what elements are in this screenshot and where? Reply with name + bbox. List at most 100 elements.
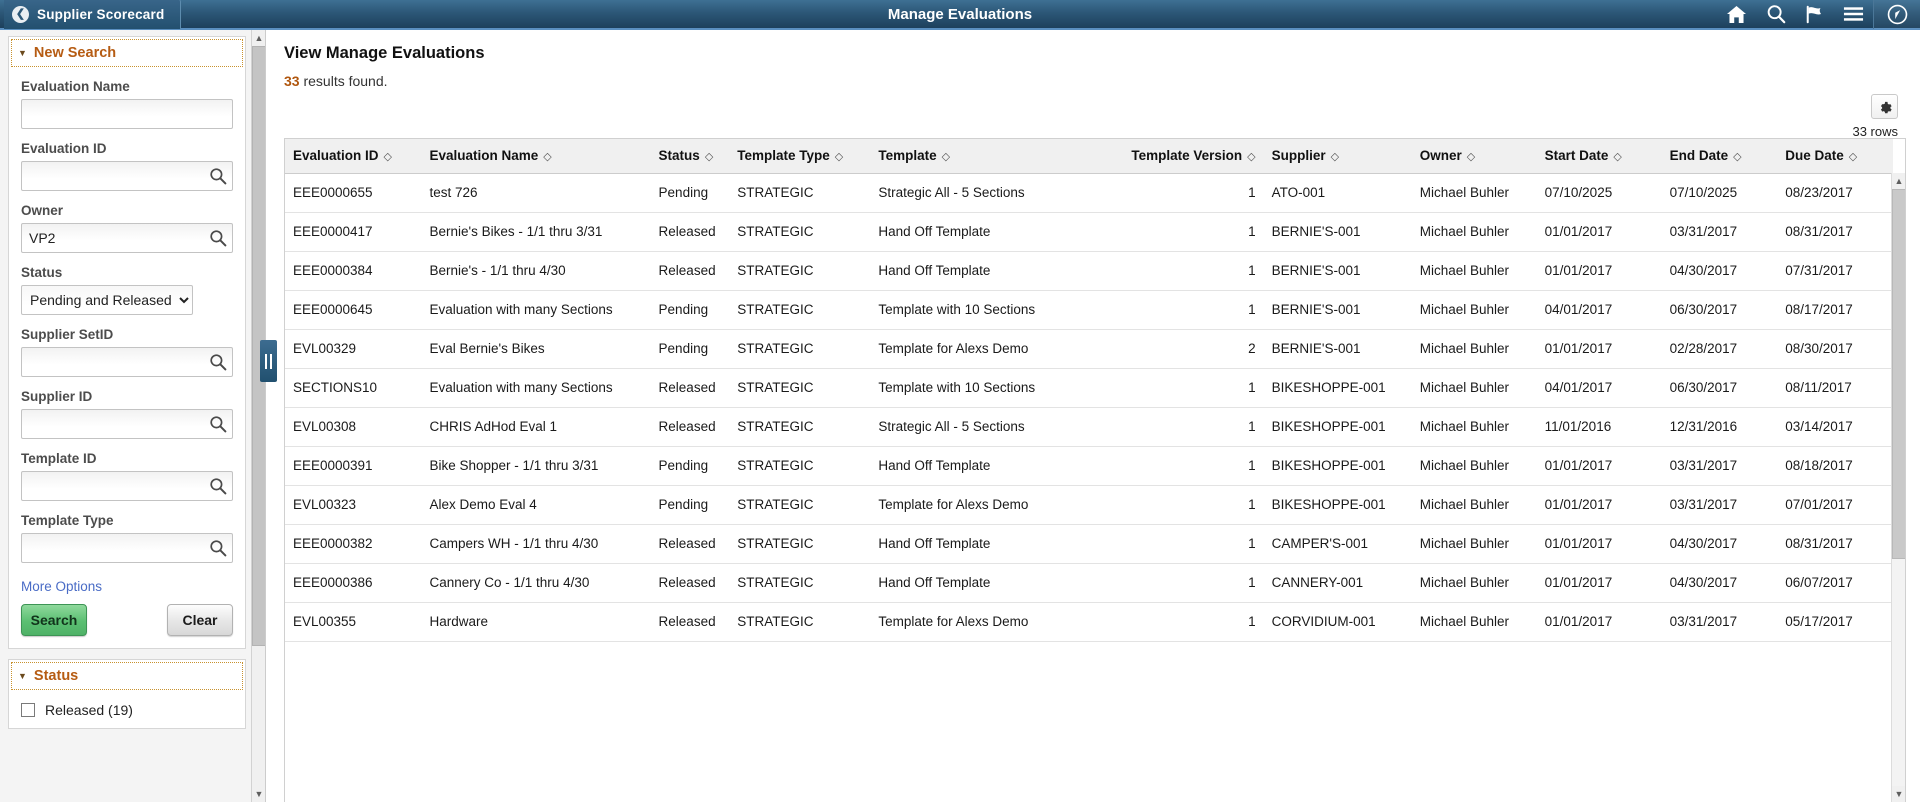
cell-evaluation-name: Campers WH - 1/1 thru 4/30: [421, 524, 651, 564]
table-row[interactable]: SECTIONS10 Evaluation with many Sections R…: [285, 368, 1893, 408]
cell-status: Pending: [650, 290, 730, 330]
clear-button[interactable]: Clear: [167, 604, 233, 636]
cell-status: Released: [650, 212, 730, 252]
back-button-label: Supplier Scorecard: [37, 6, 165, 22]
navbar-compass-icon[interactable]: [1873, 0, 1920, 29]
page-header-title: Manage Evaluations: [887, 5, 1033, 23]
col-label: Template Type: [737, 148, 830, 164]
col-end-date[interactable]: End Date ◇: [1661, 139, 1778, 174]
supplier-id-label: Supplier ID: [21, 389, 93, 404]
supplier-id-input[interactable]: [21, 409, 233, 439]
cell-evaluation-id: EVL00355: [285, 602, 422, 642]
scroll-down-icon[interactable]: ▼: [1892, 786, 1905, 802]
template-id-input[interactable]: [21, 471, 233, 501]
lookup-search-icon[interactable]: [209, 539, 227, 557]
col-evaluation-name[interactable]: Evaluation Name ◇: [421, 139, 651, 174]
table-row[interactable]: EVL00323 Alex Demo Eval 4 Pending STRATEGIC…: [285, 485, 1893, 525]
table-row[interactable]: EVL00329 Eval Bernie's Bikes Pending STRATE…: [285, 329, 1893, 369]
cell-due-date: 07/01/2017: [1777, 485, 1893, 525]
lookup-search-icon[interactable]: [209, 353, 227, 371]
table-row[interactable]: EEE0000384 Bernie's - 1/1 thru 4/30 Releas…: [285, 251, 1893, 291]
col-template[interactable]: Template ◇: [870, 139, 1102, 174]
cell-template-version: 1: [1101, 602, 1264, 642]
cell-evaluation-name: Alex Demo Eval 4: [421, 485, 651, 525]
col-template-version[interactable]: Template Version ◇: [1101, 139, 1264, 174]
status-select[interactable]: Pending and Released: [21, 285, 193, 315]
table-row[interactable]: EEE0000417 Bernie's Bikes - 1/1 thru 3/31…: [285, 212, 1893, 252]
cell-end-date: 03/31/2017: [1661, 446, 1778, 486]
search-icon[interactable]: [1756, 0, 1795, 29]
flag-icon[interactable]: [1795, 0, 1834, 29]
cell-template: Template for Alexs Demo: [870, 602, 1102, 642]
template-type-input[interactable]: [21, 533, 233, 563]
cell-due-date: 08/30/2017: [1777, 329, 1893, 369]
table-row[interactable]: EEE0000382 Campers WH - 1/1 thru 4/30 Rele…: [285, 524, 1893, 564]
cell-template: Strategic All - 5 Sections: [870, 173, 1102, 213]
cell-end-date: 03/31/2017: [1661, 602, 1778, 642]
owner-input[interactable]: [21, 223, 233, 253]
status-facet-header[interactable]: ▼ Status: [11, 662, 243, 690]
cell-end-date: 02/28/2017: [1661, 329, 1778, 369]
more-options-link[interactable]: More Options: [21, 579, 102, 594]
col-start-date[interactable]: Start Date ◇: [1536, 139, 1662, 174]
scroll-up-icon[interactable]: ▲: [1892, 173, 1905, 189]
supplier-setid-input[interactable]: [21, 347, 233, 377]
table-row[interactable]: EEE0000655 test 726 Pending STRATEGIC Strate…: [285, 173, 1893, 213]
col-evaluation-id[interactable]: Evaluation ID ◇: [285, 139, 422, 174]
scroll-down-icon[interactable]: ▼: [252, 786, 265, 802]
results-count: 33: [284, 73, 300, 89]
lookup-search-icon[interactable]: [209, 477, 227, 495]
cell-owner: Michael Buhler: [1411, 524, 1537, 564]
caret-down-icon: ▼: [18, 48, 27, 58]
sort-icon: ◇: [1466, 151, 1476, 164]
evaluation-name-input[interactable]: [21, 99, 233, 129]
table-row[interactable]: EEE0000645 Evaluation with many Sections P…: [285, 290, 1893, 330]
home-icon[interactable]: [1717, 0, 1756, 29]
col-template-type[interactable]: Template Type ◇: [729, 139, 871, 174]
table-row[interactable]: EEE0000386 Cannery Co - 1/1 thru 4/30 Rele…: [285, 563, 1893, 603]
cell-template-version: 1: [1101, 290, 1264, 330]
cell-evaluation-name: test 726: [421, 173, 651, 213]
new-search-panel-header[interactable]: ▼ New Search: [11, 39, 243, 67]
cell-status: Released: [650, 407, 730, 447]
lookup-search-icon[interactable]: [209, 167, 227, 185]
hamburger-menu-icon[interactable]: [1834, 0, 1873, 29]
table-row[interactable]: EVL00308 CHRIS AdHod Eval 1 Released STRATE…: [285, 407, 1893, 447]
cell-start-date: 04/01/2017: [1536, 290, 1662, 330]
col-supplier[interactable]: Supplier ◇: [1263, 139, 1412, 174]
col-label: Due Date: [1785, 148, 1844, 164]
table-row[interactable]: EVL00355 Hardware Released STRATEGIC Templat…: [285, 602, 1893, 642]
cell-start-date: 04/01/2017: [1536, 368, 1662, 408]
page-title: View Manage Evaluations: [284, 44, 485, 62]
cell-supplier: CORVIDIUM-001: [1263, 602, 1412, 642]
checkbox-unchecked-icon[interactable]: [21, 703, 35, 717]
results-found-line: 33 results found.: [284, 73, 1920, 89]
cell-template: Template for Alexs Demo: [870, 485, 1102, 525]
cell-due-date: 08/31/2017: [1777, 212, 1893, 252]
col-owner[interactable]: Owner ◇: [1411, 139, 1537, 174]
evaluation-id-input[interactable]: [21, 161, 233, 191]
grid-scrollbar[interactable]: ▲ ▼: [1891, 173, 1905, 802]
sort-icon: ◇: [1613, 151, 1622, 164]
pane-resize-handle[interactable]: [260, 340, 277, 382]
col-due-date[interactable]: Due Date ◇: [1777, 139, 1893, 174]
gear-icon[interactable]: [1871, 94, 1898, 119]
table-body: EEE0000655 test 726 Pending STRATEGIC Strate…: [285, 173, 1893, 642]
sidebar-scrollbar[interactable]: ▲ ▼: [251, 30, 265, 802]
evaluation-name-label: Evaluation Name: [21, 79, 130, 94]
col-status[interactable]: Status ◇: [650, 139, 730, 174]
facet-item-released[interactable]: Released (19): [9, 692, 245, 728]
back-to-supplier-scorecard-button[interactable]: ❮ Supplier Scorecard: [4, 0, 182, 29]
scroll-up-icon[interactable]: ▲: [252, 30, 265, 46]
lookup-search-icon[interactable]: [209, 229, 227, 247]
cell-owner: Michael Buhler: [1411, 485, 1537, 525]
cell-evaluation-id: SECTIONS10: [285, 368, 422, 408]
cell-template-version: 1: [1101, 173, 1264, 213]
search-button[interactable]: Search: [21, 604, 87, 636]
cell-start-date: 01/01/2017: [1536, 212, 1662, 252]
cell-evaluation-name: Cannery Co - 1/1 thru 4/30: [421, 563, 651, 603]
table-row[interactable]: EEE0000391 Bike Shopper - 1/1 thru 3/31 Pe…: [285, 446, 1893, 486]
lookup-search-icon[interactable]: [209, 415, 227, 433]
grid-scrollbar-thumb[interactable]: [1892, 189, 1905, 559]
cell-evaluation-name: Evaluation with many Sections: [421, 368, 651, 408]
